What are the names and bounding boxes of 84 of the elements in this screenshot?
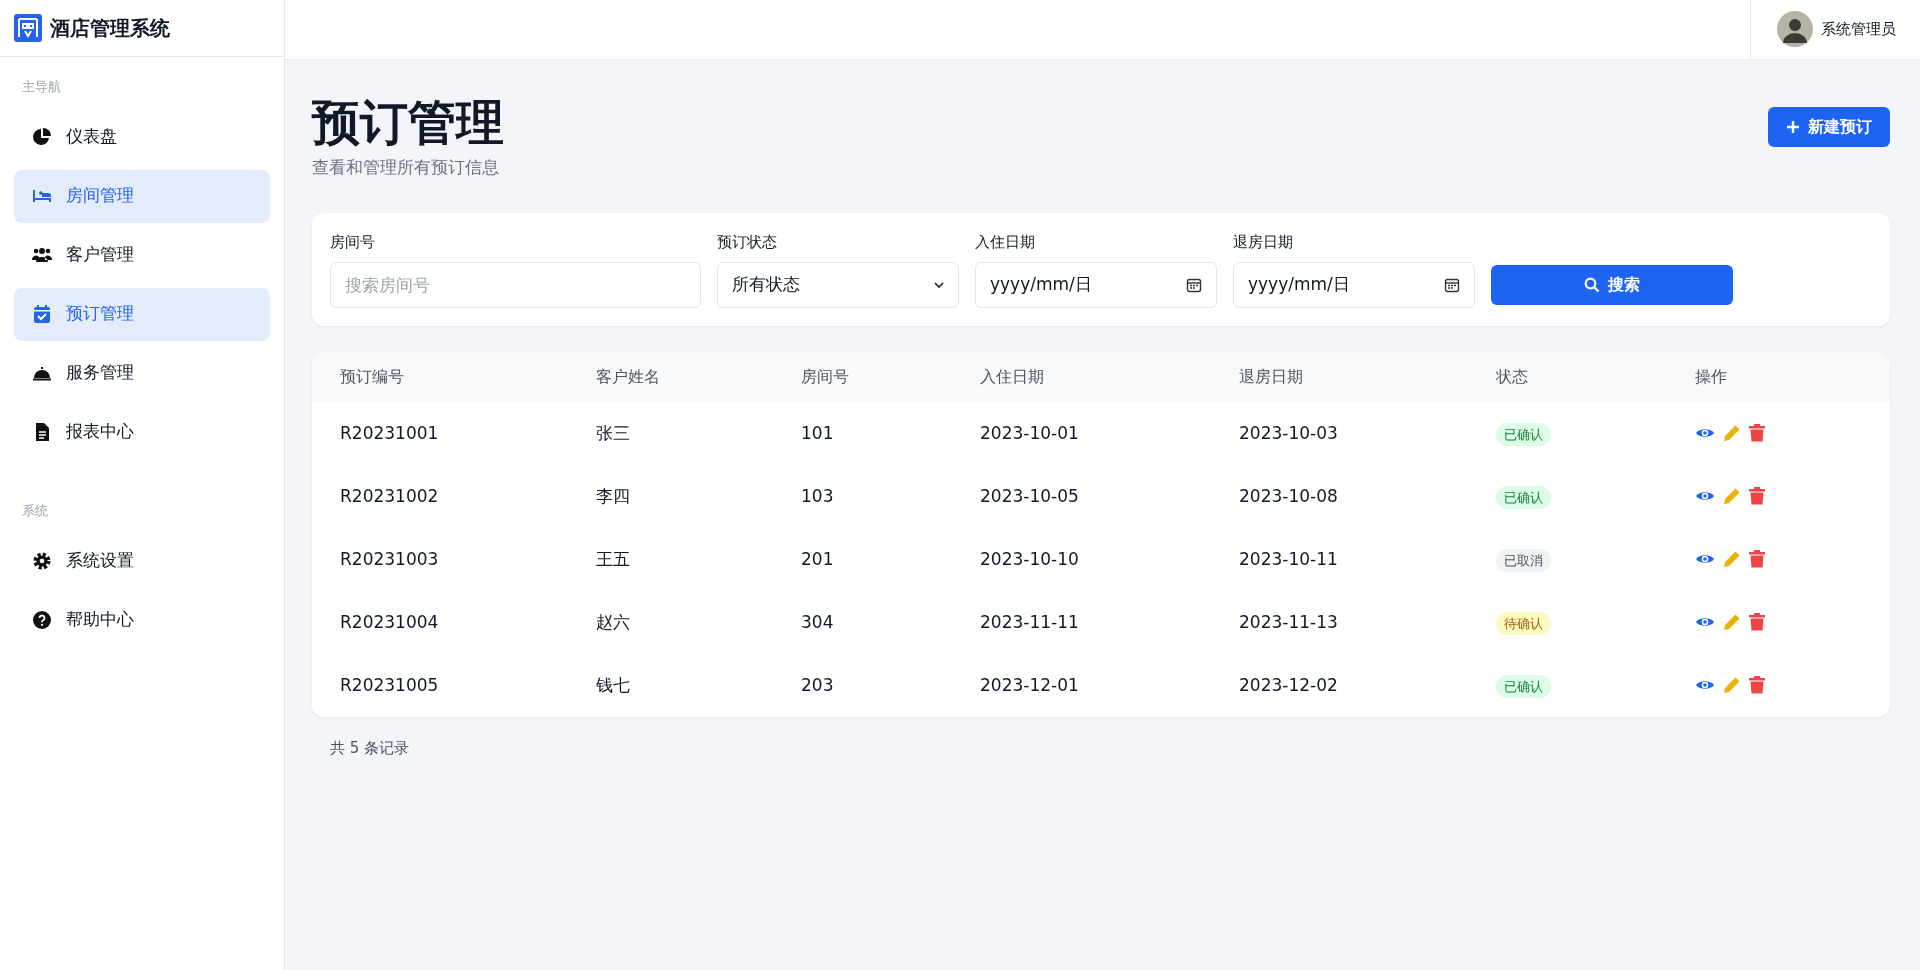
field-label: 入住日期 [975,233,1035,252]
avatar-icon [1777,11,1813,47]
field-label: 预订状态 [717,233,777,252]
status-select[interactable]: 所有状态 [717,261,959,308]
calendar-icon [1444,276,1460,293]
page-title: 预订管理 [312,94,504,150]
table-cell: 304 [801,611,834,632]
table-cell: R20231002 [340,485,439,506]
date-field[interactable]: yyyy/mm/日 [1233,261,1475,308]
edit-icon[interactable] [1723,424,1741,443]
table-cell: 李四 [596,485,630,506]
edit-icon[interactable] [1723,613,1741,632]
search-icon [1584,276,1600,293]
status-badge: 已确认 [1496,485,1551,509]
table-cell: 2023-10-10 [980,548,1079,569]
sidebar-item[interactable]: 预订管理 [14,287,270,341]
help-icon [32,609,52,630]
column-header: 入住日期 [980,366,1044,386]
delete-icon[interactable] [1749,487,1765,506]
table-cell: 2023-10-01 [980,422,1079,443]
pie-chart-icon [32,127,52,147]
field-label: 房间号 [330,233,375,252]
column-header: 房间号 [801,366,849,386]
table-cell: 101 [801,422,834,443]
date-field[interactable]: yyyy/mm/日 [975,261,1217,308]
sidebar-item[interactable]: 客户管理 [14,228,270,282]
edit-icon[interactable] [1723,676,1741,695]
table-cell: R20231001 [340,422,439,443]
section-label: 系统 [22,502,48,518]
table-cell: 2023-10-05 [980,485,1079,506]
sidebar-item[interactable]: 系统设置 [14,534,270,587]
table-cell: 赵六 [596,611,630,632]
table-cell: R20231004 [340,611,439,632]
calendar-icon [1186,276,1202,293]
calendar-check-icon [32,304,52,324]
table-cell: 2023-11-13 [1239,611,1338,632]
new-booking-button[interactable]: 新建预订 [1768,107,1890,147]
column-header: 退房日期 [1239,366,1303,386]
app-title: 酒店管理系统 [50,15,170,42]
user-name: 系统管理员 [1821,18,1896,40]
table-cell: 王五 [596,548,630,569]
table-cell: 钱七 [596,674,630,695]
room-search-field[interactable]: 搜索房间号 [330,261,701,308]
sidebar-item[interactable]: 帮助中心 [14,593,270,646]
column-header: 预订编号 [340,366,404,386]
search-button[interactable]: 搜索 [1491,264,1733,305]
table-cell: 2023-10-08 [1239,485,1338,506]
table-cell: 2023-11-11 [980,611,1079,632]
table-cell: R20231005 [340,674,439,695]
sidebar-item[interactable]: 服务管理 [14,346,270,400]
delete-icon[interactable] [1749,424,1765,443]
plus-icon [1786,120,1800,134]
field-label: 退房日期 [1233,233,1293,252]
users-icon [32,245,52,265]
edit-icon[interactable] [1723,487,1741,506]
edit-icon[interactable] [1723,550,1741,569]
sidebar-item[interactable]: 仪表盘 [14,110,270,164]
record-count: 共 5 条记录 [330,738,410,757]
table-cell: 张三 [596,422,630,443]
column-header: 客户姓名 [596,366,660,386]
delete-icon[interactable] [1749,550,1765,569]
table-cell: 2023-10-11 [1239,548,1338,569]
delete-icon[interactable] [1749,676,1765,695]
sidebar-item[interactable]: 房间管理 [14,169,270,223]
settings-icon [32,550,52,571]
delete-icon[interactable] [1749,613,1765,632]
table-cell: 2023-10-03 [1239,422,1338,443]
page-subtitle: 查看和管理所有预订信息 [312,156,499,177]
logo-icon [14,14,42,42]
column-header: 状态 [1496,366,1528,386]
table-cell: R20231003 [340,548,439,569]
table-cell: 103 [801,485,834,506]
table-cell: 201 [801,548,834,569]
status-badge: 已确认 [1496,422,1551,446]
status-badge: 待确认 [1496,611,1551,635]
status-badge: 已取消 [1496,548,1551,572]
chevron-down-icon [934,279,944,290]
sidebar-item[interactable]: 报表中心 [14,405,270,459]
section-label: 主导航 [22,79,61,94]
column-header: 操作 [1695,366,1727,386]
table-cell: 2023-12-02 [1239,674,1338,695]
table-cell: 203 [801,674,834,695]
status-badge: 已确认 [1496,674,1551,698]
table-cell: 2023-12-01 [980,674,1079,695]
